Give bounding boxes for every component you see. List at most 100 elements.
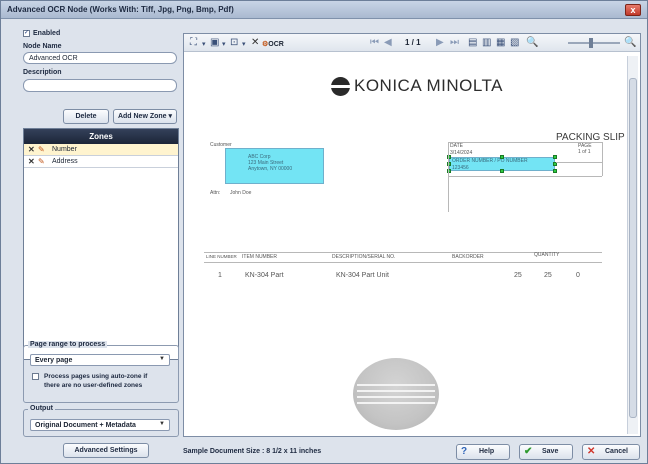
- row-description: KN-304 Part Unit: [336, 272, 389, 279]
- brand-name: KONICA MINOLTA: [354, 76, 504, 95]
- edit-pencil-icon[interactable]: ✎: [38, 156, 45, 167]
- settings-panel: ✓ Enabled Node Name Advanced OCR Descrip…: [23, 29, 179, 461]
- ocr-label: OCR: [268, 41, 284, 48]
- window-title: Advanced OCR Node (Works With: Tiff, Jpg…: [7, 5, 234, 14]
- help-icon: ?: [461, 446, 468, 457]
- help-label: Help: [479, 448, 495, 455]
- auto-zone-checkbox[interactable]: [32, 373, 39, 380]
- page-range-value: Every page: [35, 357, 73, 364]
- sample-document-size: Sample Document Size : 8 1/2 x 11 inches: [183, 448, 322, 455]
- advanced-ocr-window: Advanced OCR Node (Works With: Tiff, Jpg…: [0, 0, 648, 464]
- select-tool-icon[interactable]: ⛶: [190, 37, 197, 49]
- scrollbar-thumb[interactable]: [629, 78, 637, 418]
- watermark-stripe: [357, 396, 435, 398]
- col-quantity: QUANTITY: [534, 252, 560, 258]
- chevron-down-icon[interactable]: ▾: [222, 39, 226, 51]
- zoom-slider[interactable]: [568, 42, 620, 44]
- row-item: KN-304 Part: [245, 272, 284, 279]
- customer-line-3: Anytown, NY 00000: [248, 166, 293, 172]
- document-page: KONICA MINOLTA PACKING SLIP Customer ABC…: [190, 56, 626, 434]
- zoom-out-icon[interactable]: 🔍: [526, 37, 538, 49]
- konica-minolta-logo-icon: [331, 77, 350, 96]
- row-qty-ordered: 25: [514, 272, 522, 279]
- fullscreen-icon[interactable]: ▧: [510, 37, 519, 49]
- fit-width-icon[interactable]: ▥: [482, 37, 491, 49]
- vertical-scrollbar[interactable]: [627, 56, 638, 434]
- checkmark-icon: ✔: [524, 446, 533, 457]
- zone-row-address[interactable]: ✕ ✎ Address: [24, 156, 178, 168]
- header-rule: [556, 162, 602, 163]
- zone-name: Number: [52, 146, 77, 153]
- col-backorder: BACKORDER: [452, 254, 484, 260]
- output-title: Output: [28, 405, 55, 412]
- date-value: 3/14/2024: [450, 150, 473, 156]
- row-qty-shipped: 25: [544, 272, 552, 279]
- watermark-stripe: [357, 384, 435, 386]
- node-name-input[interactable]: Advanced OCR: [23, 52, 177, 64]
- last-page-icon[interactable]: ⏭: [450, 37, 459, 49]
- row-line: 1: [218, 272, 222, 279]
- enabled-checkbox[interactable]: ✓: [23, 30, 30, 37]
- title-bar: Advanced OCR Node (Works With: Tiff, Jpg…: [1, 1, 647, 19]
- delete-icon[interactable]: ✕: [251, 37, 259, 49]
- edit-pencil-icon[interactable]: ✎: [38, 144, 45, 155]
- col-line-number: LINE NUMBER: [206, 254, 237, 259]
- help-button[interactable]: ? Help: [456, 444, 510, 460]
- cancel-x-icon: ✕: [587, 446, 596, 457]
- header-rule: [602, 142, 603, 176]
- table-rule: [204, 262, 602, 263]
- advanced-settings-button[interactable]: Advanced Settings: [63, 443, 149, 458]
- chevron-down-icon: ▼: [159, 421, 165, 427]
- zone-row-number[interactable]: ✕ ✎ Number: [24, 144, 178, 156]
- date-label: DATE: [450, 143, 463, 149]
- next-page-icon[interactable]: ▶: [436, 37, 444, 49]
- cancel-label: Cancel: [605, 448, 628, 455]
- page-counter: 1 / 1: [405, 38, 421, 47]
- chevron-down-icon[interactable]: ▾: [242, 39, 246, 51]
- page-range-select[interactable]: Every page ▼: [30, 354, 170, 366]
- zones-header: Zones: [24, 129, 178, 144]
- delete-zone-icon[interactable]: ✕: [28, 144, 35, 155]
- close-button[interactable]: x: [625, 4, 641, 16]
- description-label: Description: [23, 69, 62, 76]
- enabled-label: Enabled: [33, 30, 61, 37]
- save-button[interactable]: ✔ Save: [519, 444, 573, 460]
- chevron-down-icon[interactable]: ▾: [202, 39, 206, 51]
- page-range-title: Page range to process: [28, 341, 108, 348]
- delete-zone-icon[interactable]: ✕: [28, 156, 35, 167]
- delete-button[interactable]: Delete: [63, 109, 109, 124]
- cancel-button[interactable]: ✕ Cancel: [582, 444, 640, 460]
- zones-list: Zones ✕ ✎ Number ✕ ✎ Address: [23, 128, 179, 360]
- header-rule: [448, 176, 602, 177]
- zoom-in-icon[interactable]: 🔍: [624, 37, 636, 49]
- auto-zone-label-line-2: there are no user-defined zones: [44, 382, 143, 389]
- previous-page-icon[interactable]: ◀: [384, 37, 392, 49]
- zoom-slider-handle[interactable]: [589, 38, 593, 48]
- page-range-group: Page range to process Every page ▼ Proce…: [23, 341, 179, 403]
- resize-handle[interactable]: [553, 155, 557, 159]
- order-number-label: ORDER NUMBER / PO NUMBER: [452, 158, 528, 164]
- save-label: Save: [542, 448, 559, 455]
- region-tool-icon[interactable]: ⊡: [230, 37, 238, 49]
- konica-minolta-watermark-logo: [353, 358, 439, 430]
- resize-handle[interactable]: [500, 169, 504, 173]
- output-value: Original Document + Metadata: [35, 422, 136, 429]
- description-input[interactable]: [23, 79, 177, 92]
- attn-value: John Doe: [230, 190, 252, 196]
- zone-tool-icon[interactable]: ▣: [210, 37, 219, 49]
- resize-handle[interactable]: [553, 169, 557, 173]
- zone-name: Address: [52, 158, 78, 165]
- row-qty-backordered: 0: [576, 272, 580, 279]
- add-new-zone-button[interactable]: Add New Zone ▾: [113, 109, 177, 124]
- header-rule: [448, 142, 449, 212]
- first-page-icon[interactable]: ⏮: [370, 37, 379, 49]
- resize-handle[interactable]: [500, 155, 504, 159]
- output-select[interactable]: Original Document + Metadata ▼: [30, 419, 170, 431]
- ocr-button[interactable]: ⚙OCR: [262, 39, 284, 51]
- actual-size-icon[interactable]: ▦: [496, 37, 505, 49]
- node-name-label: Node Name: [23, 43, 62, 50]
- document-viewer: ⛶ ▾ ▣ ▾ ⊡ ▾ ✕ ⚙OCR ⏮ ◀ 1 / 1 ▶ ⏭ ▤ ▥ ▦ ▧…: [183, 33, 641, 437]
- auto-zone-label-line-1: Process pages using auto-zone if: [44, 373, 148, 380]
- fit-page-icon[interactable]: ▤: [468, 37, 477, 49]
- col-description: DESCRIPTION/SERIAL NO.: [332, 254, 396, 260]
